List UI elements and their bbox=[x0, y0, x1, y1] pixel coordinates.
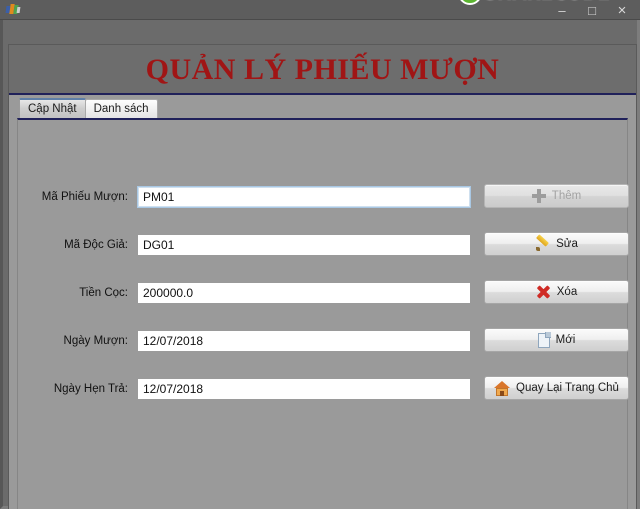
label-ma-phieu-muon: Mã Phiếu Mượn: bbox=[41, 191, 128, 203]
pencil-icon bbox=[535, 237, 550, 251]
label-ngay-muon: Ngày Mượn: bbox=[63, 335, 128, 347]
new-button-label: Mới bbox=[555, 334, 576, 346]
input-ngay-muon[interactable] bbox=[137, 330, 471, 352]
new-button[interactable]: Mới bbox=[484, 328, 629, 352]
tab-cap-nhat[interactable]: Cập Nhật bbox=[19, 98, 86, 118]
page-title: QUẢN LÝ PHIẾU MƯỢN bbox=[145, 53, 500, 86]
edit-button-label: Sửa bbox=[556, 238, 578, 250]
new-page-icon bbox=[537, 331, 551, 348]
delete-x-icon bbox=[536, 285, 551, 299]
tab-label: Cập Nhật bbox=[28, 103, 77, 115]
application-window: – □ × QUẢN LÝ PHIẾU MƯỢN Cập Nhật Danh s… bbox=[0, 0, 640, 509]
label-tien-coc: Tiền Cọc: bbox=[79, 287, 128, 299]
input-ma-doc-gia[interactable] bbox=[137, 234, 471, 256]
close-icon[interactable]: × bbox=[608, 0, 636, 20]
tab-danh-sach[interactable]: Danh sách bbox=[84, 99, 158, 118]
edit-button[interactable]: Sửa bbox=[484, 232, 629, 256]
tab-panel-cap-nhat: Mã Phiếu Mượn: Mã Độc Giả: Tiền Cọc: Ngà… bbox=[17, 118, 629, 509]
window-titlebar: – □ × bbox=[0, 0, 640, 20]
window-controls: – □ × bbox=[548, 0, 636, 20]
label-ngay-hen-tra: Ngày Hẹn Trả: bbox=[53, 383, 128, 395]
back-home-button-label: Quay Lại Trang Chủ bbox=[516, 382, 619, 394]
home-icon bbox=[494, 380, 511, 396]
minimize-icon[interactable]: – bbox=[548, 0, 576, 20]
plus-icon bbox=[531, 189, 546, 203]
delete-button[interactable]: Xóa bbox=[484, 280, 629, 304]
header-band: QUẢN LÝ PHIẾU MƯỢN bbox=[9, 45, 636, 95]
window-client-area: QUẢN LÝ PHIẾU MƯỢN Cập Nhật Danh sách Mã… bbox=[8, 44, 637, 509]
input-ngay-hen-tra[interactable] bbox=[137, 378, 471, 400]
java-app-icon bbox=[5, 4, 21, 17]
maximize-icon[interactable]: □ bbox=[578, 0, 606, 20]
add-button[interactable]: Thêm bbox=[484, 184, 629, 208]
back-home-button[interactable]: Quay Lại Trang Chủ bbox=[484, 376, 629, 400]
tab-label: Danh sách bbox=[93, 103, 149, 115]
tabstrip: Cập Nhật Danh sách bbox=[19, 98, 158, 118]
add-button-label: Thêm bbox=[551, 190, 582, 202]
window-frame: QUẢN LÝ PHIẾU MƯỢN Cập Nhật Danh sách Mã… bbox=[0, 20, 640, 509]
input-ma-phieu-muon[interactable] bbox=[137, 186, 471, 208]
delete-button-label: Xóa bbox=[556, 286, 578, 298]
label-ma-doc-gia: Mã Độc Giả: bbox=[64, 239, 128, 251]
input-tien-coc[interactable] bbox=[137, 282, 471, 304]
